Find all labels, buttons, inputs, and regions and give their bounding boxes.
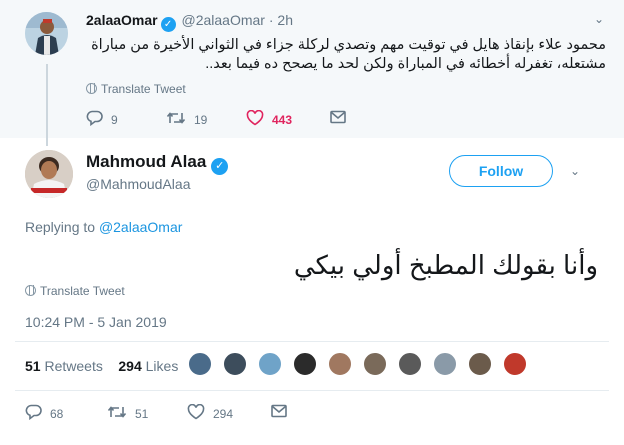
- retweet-icon: [107, 404, 127, 423]
- globe-icon: [25, 285, 36, 296]
- avatar[interactable]: [25, 150, 73, 198]
- reply-count: 68: [50, 406, 64, 421]
- reply-icon: [25, 404, 42, 423]
- avatar[interactable]: [258, 352, 282, 376]
- parent-display-name[interactable]: 2alaaOmar: [86, 12, 158, 28]
- dm-button[interactable]: [271, 404, 295, 421]
- tweet-timestamp[interactable]: 10:24 PM - 5 Jan 2019: [25, 314, 167, 330]
- avatar[interactable]: [223, 352, 247, 376]
- reply-button[interactable]: 9: [86, 110, 118, 129]
- like-count: 443: [272, 112, 293, 127]
- avatar[interactable]: [363, 352, 387, 376]
- reply-icon: [86, 110, 103, 129]
- main-display-name-row: Mahmoud Alaa ✓: [86, 152, 230, 175]
- verified-badge-icon: ✓: [211, 158, 229, 175]
- divider: [15, 390, 609, 391]
- chevron-down-icon[interactable]: ⌄: [594, 12, 604, 26]
- like-button[interactable]: 294: [187, 403, 234, 423]
- globe-icon: [86, 83, 97, 94]
- envelope-icon: [330, 110, 346, 127]
- parent-tweet-text: محمود علاء بإنقاذ هايل في توقيت مهم وتصد…: [91, 37, 606, 72]
- avatar[interactable]: [328, 352, 352, 376]
- translate-label: Translate Tweet: [101, 82, 186, 96]
- heart-icon: [187, 403, 205, 423]
- reply-count: 9: [111, 112, 118, 127]
- translate-label: Translate Tweet: [40, 284, 125, 298]
- main-display-name[interactable]: Mahmoud Alaa: [86, 152, 206, 171]
- reply-button[interactable]: 68: [25, 404, 63, 423]
- translate-tweet-link[interactable]: Translate Tweet: [25, 284, 125, 298]
- retweet-count: 51: [135, 406, 149, 421]
- like-count: 294: [213, 406, 234, 421]
- main-handle[interactable]: @MahmoudAlaa: [86, 176, 191, 192]
- parent-time[interactable]: · 2h: [269, 12, 293, 28]
- replying-to-link[interactable]: @2alaaOmar: [99, 219, 182, 235]
- parent-author-row: 2alaaOmar ✓ @2alaaOmar · 2h: [86, 12, 293, 32]
- avatar[interactable]: [398, 352, 422, 376]
- follow-button[interactable]: Follow: [449, 155, 553, 187]
- retweet-count: 19: [194, 112, 208, 127]
- like-button[interactable]: 443: [246, 109, 293, 129]
- translate-tweet-link[interactable]: Translate Tweet: [86, 82, 186, 96]
- avatar[interactable]: [433, 352, 457, 376]
- main-tweet-text: وأنا بقولك المطبخ أولي بيكي: [293, 250, 598, 280]
- avatar[interactable]: [25, 12, 68, 55]
- replying-to-line: Replying to @2alaaOmar: [25, 219, 182, 235]
- retweet-button[interactable]: 19: [166, 110, 207, 129]
- envelope-icon: [271, 404, 287, 421]
- likes-stat-count: 294: [118, 358, 142, 374]
- verified-badge-icon: ✓: [160, 17, 176, 32]
- heart-icon: [246, 109, 264, 129]
- avatar[interactable]: [468, 352, 492, 376]
- engagement-stats: 51 Retweets 294 Likes: [25, 358, 178, 374]
- dm-button[interactable]: [330, 110, 354, 127]
- retweet-icon: [166, 110, 186, 129]
- parent-handle[interactable]: @2alaaOmar: [182, 12, 265, 28]
- avatar[interactable]: [293, 352, 317, 376]
- parent-tweet[interactable]: 2alaaOmar ✓ @2alaaOmar · 2h ⌄ محمود علاء …: [0, 0, 624, 146]
- likes-stat[interactable]: 294 Likes: [118, 358, 178, 374]
- likes-stat-label: Likes: [145, 358, 179, 374]
- retweets-stat-label: Retweets: [44, 358, 103, 374]
- thread-connector-line: [46, 64, 48, 146]
- retweets-stat[interactable]: 51 Retweets: [25, 358, 103, 374]
- avatar[interactable]: [188, 352, 212, 376]
- retweet-button[interactable]: 51: [107, 404, 148, 423]
- divider: [15, 341, 609, 342]
- chevron-down-icon[interactable]: ⌄: [570, 164, 580, 178]
- avatar[interactable]: [503, 352, 527, 376]
- replying-prefix: Replying to: [25, 219, 96, 235]
- retweets-stat-count: 51: [25, 358, 41, 374]
